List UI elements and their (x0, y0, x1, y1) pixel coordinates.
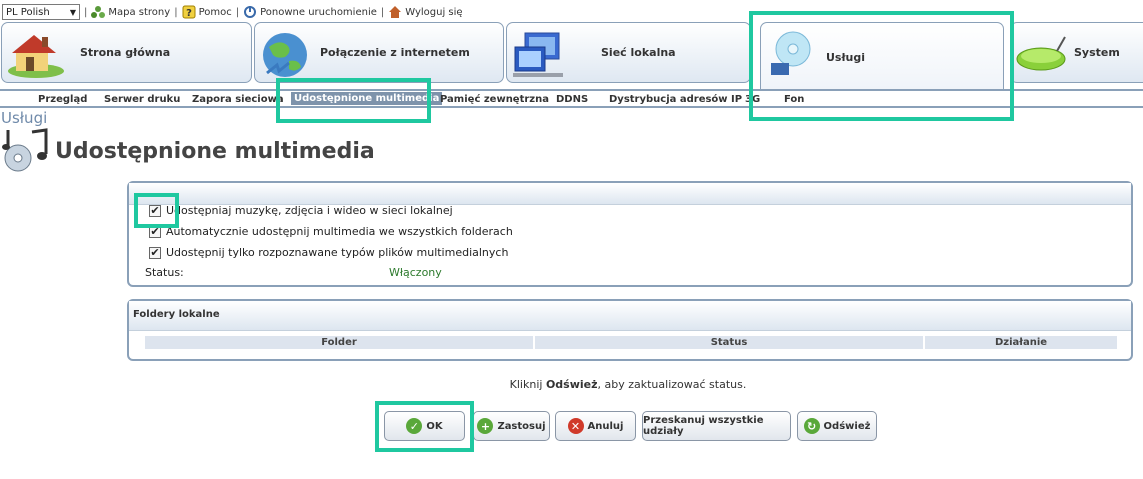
refresh-label: Odśwież (823, 420, 871, 432)
separator: | (235, 6, 240, 18)
column-status: Status (535, 336, 923, 349)
restart-label: Ponowne uruchomienie (260, 6, 377, 18)
logout-label: Wyloguj się (405, 6, 463, 18)
network-computers-icon (513, 32, 563, 77)
status-value: Włączony (389, 266, 442, 279)
recognized-types-checkbox[interactable]: ✔ (149, 246, 161, 259)
status-label: Status: (145, 266, 184, 279)
router-icon (1016, 36, 1066, 71)
language-select[interactable]: PL Polish ▼ (2, 4, 80, 20)
local-folders-panel: Foldery lokalne Folder Status Działanie (127, 299, 1133, 361)
sitemap-link[interactable]: Mapa strony (91, 5, 170, 19)
option-row: ✔ Udostępnij tylko rozpoznawane typów pl… (149, 246, 508, 259)
media-sharing-panel: ✔ Udostępniaj muzykę, zdjęcia i wideo w … (127, 181, 1133, 287)
option-row: ✔ Automatycznie udostępnij multimedia we… (149, 225, 513, 238)
subnav-ip-distribution[interactable]: Dystrybucja adresów IP (609, 94, 742, 105)
auto-share-checkbox[interactable]: ✔ (149, 225, 161, 238)
sub-navigation: Przegląd Serwer druku Zapora sieciowa Ud… (0, 89, 1143, 108)
tab-services-label: Usługi (826, 51, 866, 64)
subnav-firewall[interactable]: Zapora sieciowa (192, 94, 284, 105)
separator: | (380, 6, 385, 18)
tab-system[interactable]: System (1010, 22, 1143, 83)
hint-refresh-word: Odśwież (545, 378, 598, 391)
disc-icon (771, 31, 811, 75)
refresh-button[interactable]: ↻ Odśwież (797, 411, 877, 441)
plus-icon: + (477, 418, 494, 434)
subnav-overview[interactable]: Przegląd (38, 94, 87, 105)
help-label: Pomoc (198, 6, 232, 18)
page-title: Udostępnione multimedia (55, 139, 375, 164)
tab-lan-label: Sieć lokalna (601, 46, 676, 59)
tab-lan[interactable]: Sieć lokalna (506, 22, 751, 83)
option-row: ✔ Udostępniaj muzykę, zdjęcia i wideo w … (149, 204, 453, 217)
check-icon: ✓ (406, 418, 423, 434)
hint-text-after: , aby zaktualizować status. (597, 378, 747, 391)
column-folder: Folder (145, 336, 533, 349)
music-notes-icon (2, 128, 48, 172)
separator: | (174, 6, 178, 18)
svg-text:?: ? (186, 8, 192, 19)
subnav-3g[interactable]: 3G (745, 94, 760, 105)
house-icon (8, 35, 64, 78)
help-icon: ? (182, 5, 196, 19)
tab-home[interactable]: Strona główna (1, 22, 252, 83)
restart-link[interactable]: Ponowne uruchomienie (243, 5, 377, 19)
help-link[interactable]: ? Pomoc (182, 5, 232, 19)
close-icon: ✕ (567, 418, 584, 434)
subnav-external-storage[interactable]: Pamięć zewnętrzna (440, 94, 549, 105)
panel-header (129, 301, 1131, 331)
language-value: PL Polish (6, 6, 50, 18)
tab-internet-label: Połączenie z internetem (320, 46, 470, 59)
auto-share-label: Automatycznie udostępnij multimedia we w… (166, 225, 513, 238)
breadcrumb: Usługi (1, 109, 48, 127)
apply-button[interactable]: + Zastosuj (473, 411, 550, 441)
subnav-ddns[interactable]: DDNS (556, 94, 588, 105)
power-icon (244, 6, 257, 18)
globe-icon (263, 33, 307, 77)
logout-link[interactable]: Wyloguj się (388, 5, 463, 19)
folders-table-header: Folder Status Działanie (145, 336, 1117, 349)
top-utility-bar: PL Polish ▼ | Mapa strony | ? Pomoc | Po… (2, 3, 463, 21)
scan-label: Przeskanuj wszystkie udziały (643, 415, 764, 437)
recognized-types-label: Udostępnij tylko rozpoznawane typów plik… (166, 246, 509, 259)
subnav-print-server[interactable]: Serwer druku (104, 94, 180, 105)
refresh-icon: ↻ (803, 418, 820, 434)
tab-system-label: System (1074, 46, 1120, 59)
tab-home-label: Strona główna (80, 46, 171, 59)
apply-label: Zastosuj (497, 420, 546, 432)
share-media-checkbox[interactable]: ✔ (149, 204, 161, 217)
local-folders-title: Foldery lokalne (133, 309, 220, 320)
ok-button[interactable]: ✓ OK (384, 411, 465, 441)
logout-house-icon (389, 6, 402, 18)
separator: | (84, 6, 88, 18)
cancel-button[interactable]: ✕ Anuluj (555, 411, 636, 441)
subnav-shared-media[interactable]: Udostępnione multimedia (291, 92, 443, 105)
cancel-label: Anuluj (587, 420, 624, 432)
sitemap-label: Mapa strony (108, 6, 171, 18)
tab-internet[interactable]: Połączenie z internetem (254, 22, 504, 83)
share-media-label: Udostępniaj muzykę, zdjęcia i wideo w si… (166, 204, 453, 217)
column-action: Działanie (925, 336, 1117, 349)
subnav-fon[interactable]: Fon (784, 94, 804, 105)
sitemap-icon (91, 6, 106, 18)
ok-label: OK (426, 420, 443, 432)
scan-all-shares-button[interactable]: Przeskanuj wszystkie udziały (642, 411, 791, 441)
hint-text-before: Kliknij (509, 378, 546, 391)
panel-header (129, 183, 1131, 205)
chevron-down-icon: ▼ (69, 7, 76, 17)
refresh-hint: Kliknij Odśwież, aby zaktualizować statu… (0, 378, 1143, 391)
